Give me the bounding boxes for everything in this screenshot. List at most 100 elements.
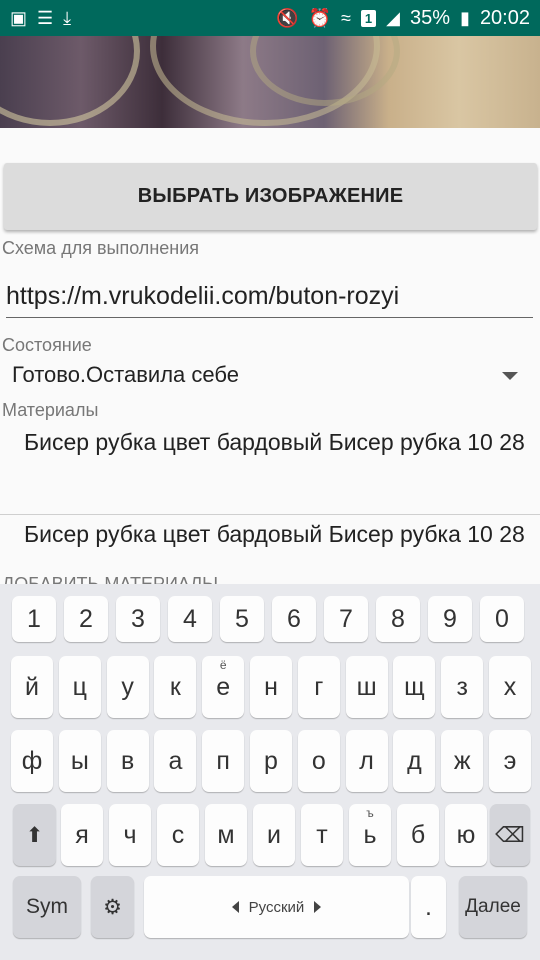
key[interactable]: 1	[12, 596, 56, 642]
key[interactable]: й	[11, 656, 53, 718]
soft-keyboard: 1234567890йцукёенгшщзхфывапролджэячсмитъ…	[0, 584, 540, 960]
key-label: о	[311, 746, 326, 775]
selected-image	[0, 36, 540, 128]
key-label: ю	[456, 820, 476, 849]
key-label: з	[456, 672, 468, 701]
settings-gear-icon[interactable]: ⚙	[91, 876, 134, 938]
backspace-icon[interactable]: ⌫	[490, 804, 530, 866]
key-label: 9	[443, 604, 457, 633]
key-label: 6	[287, 604, 301, 633]
key[interactable]: я	[61, 804, 103, 866]
status-left: ▣ ☰ ⤓	[10, 9, 71, 27]
key-label: 8	[391, 604, 405, 633]
key-label: 4	[183, 604, 197, 633]
key[interactable]: р	[250, 730, 292, 792]
key[interactable]: г	[297, 656, 340, 718]
key[interactable]: л	[345, 730, 388, 792]
key-label: 0	[495, 604, 509, 633]
period-key[interactable]: .	[411, 876, 446, 938]
key[interactable]: в	[106, 730, 149, 792]
key[interactable]: н	[250, 656, 292, 718]
key[interactable]: 4	[168, 596, 212, 642]
key-label: ф	[21, 746, 43, 775]
choose-image-button[interactable]: ВЫБРАТЬ ИЗОБРАЖЕНИЕ	[4, 163, 537, 230]
clock: 20:02	[479, 6, 530, 29]
wifi-icon: ≈	[341, 8, 351, 28]
key-label: ы	[70, 746, 89, 775]
key[interactable]: т	[301, 804, 343, 866]
key[interactable]: 2	[64, 596, 108, 642]
key-label: ь	[363, 820, 377, 849]
key-hint: ъ	[366, 806, 374, 820]
key[interactable]: д	[393, 730, 436, 792]
key[interactable]: х	[489, 656, 531, 718]
key[interactable]: ц	[58, 656, 101, 718]
key-label: б	[410, 820, 426, 849]
key-label: а	[168, 746, 183, 775]
key[interactable]: 5	[220, 596, 264, 642]
key[interactable]: 3	[116, 596, 160, 642]
mute-icon: 🔇	[276, 8, 299, 28]
key-label: 3	[131, 604, 145, 633]
key[interactable]: и	[253, 804, 295, 866]
key-label: н	[264, 672, 278, 701]
key-label: я	[75, 820, 89, 849]
key[interactable]: о	[297, 730, 340, 792]
key[interactable]: п	[202, 730, 245, 792]
key-label: э	[503, 746, 517, 775]
shift-icon[interactable]: ⬆	[13, 804, 56, 866]
scheme-url-field[interactable]: https://m.vrukodelii.com/buton-rozyi	[6, 277, 533, 318]
signal-icon: ◢	[386, 8, 400, 28]
key-label: м	[217, 820, 235, 849]
key-label: ч	[123, 820, 137, 849]
language-label: Русский	[248, 898, 305, 916]
key[interactable]: 0	[480, 596, 524, 642]
key[interactable]: ф	[11, 730, 53, 792]
key-label: 1	[27, 604, 41, 633]
key[interactable]: ёе	[202, 656, 245, 718]
state-label: Состояние	[2, 335, 92, 355]
list-icon: ☰	[37, 8, 54, 28]
key-label: 7	[339, 604, 353, 633]
material-item[interactable]: Бисер рубка цвет бардовый Бисер рубка 10…	[24, 428, 534, 456]
key[interactable]: 9	[428, 596, 472, 642]
key[interactable]: ж	[441, 730, 484, 792]
status-right: 🔇 ⏰ ≈ 1 ◢ 35% ▮ 20:02	[276, 7, 530, 30]
alarm-icon: ⏰	[308, 8, 332, 28]
key[interactable]: у	[106, 656, 149, 718]
key-hint: ё	[219, 658, 227, 672]
key[interactable]: а	[154, 730, 197, 792]
image-icon: ▣	[10, 8, 28, 28]
scheme-label: Схема для выполнения	[2, 238, 200, 258]
key[interactable]: 6	[272, 596, 316, 642]
key-label: д	[407, 746, 422, 775]
key-label: и	[267, 820, 281, 849]
key-label: п	[216, 746, 230, 775]
key-label: щ	[404, 672, 425, 701]
key[interactable]: м	[205, 804, 247, 866]
battery-icon: ▮	[460, 8, 470, 28]
key[interactable]: ъь	[349, 804, 391, 866]
key[interactable]: ш	[345, 656, 388, 718]
state-dropdown[interactable]: Готово.Оставила себе	[12, 362, 532, 394]
key[interactable]: с	[157, 804, 199, 866]
key[interactable]: ы	[58, 730, 101, 792]
key-label: е	[216, 672, 231, 701]
key[interactable]: 7	[324, 596, 368, 642]
divider	[0, 514, 540, 515]
key[interactable]: к	[154, 656, 197, 718]
key[interactable]: 8	[376, 596, 420, 642]
key-label: в	[120, 746, 135, 775]
space-key[interactable]: Русский	[144, 876, 409, 938]
material-item[interactable]: Бисер рубка цвет бардовый Бисер рубка 10…	[24, 520, 534, 548]
materials-label: Материалы	[2, 400, 99, 420]
key[interactable]: б	[397, 804, 439, 866]
key[interactable]: з	[441, 656, 484, 718]
key[interactable]: ю	[445, 804, 487, 866]
key[interactable]: щ	[393, 656, 436, 718]
key[interactable]: ч	[109, 804, 151, 866]
key-label: с	[171, 820, 185, 849]
next-button[interactable]: Далее	[459, 876, 527, 938]
key[interactable]: э	[489, 730, 531, 792]
sym-key[interactable]: Sym	[13, 876, 81, 938]
